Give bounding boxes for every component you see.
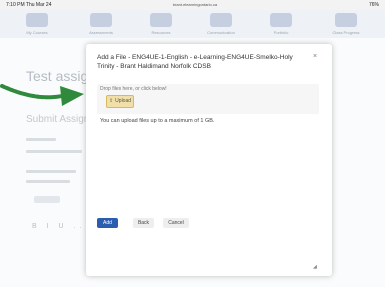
nav-tile[interactable]	[210, 13, 232, 27]
nav-tile[interactable]	[150, 13, 172, 27]
nav-label: Communication	[207, 30, 235, 35]
nav-tile[interactable]	[90, 13, 112, 27]
nav-label: Assessments	[89, 30, 113, 35]
battery-indicator: 76%	[368, 2, 379, 8]
upload-icon: ⇪	[108, 98, 114, 104]
dropzone-hint: Drop files here, or click below!	[100, 86, 167, 92]
resize-handle-icon[interactable]: ◢	[313, 264, 317, 270]
file-dropzone[interactable]: Drop files here, or click below! ⇪ Upload	[97, 84, 319, 114]
nav-label: Portfolio	[273, 30, 289, 35]
address-bar[interactable]: brant.elearningontario.ca	[166, 2, 224, 8]
nav-label: My Courses	[26, 30, 48, 35]
background-button[interactable]	[34, 196, 60, 203]
status-bar: 7:10 PM Thu Mar 24 brant.elearningontari…	[0, 0, 385, 10]
text-line	[26, 180, 70, 183]
nav-label: Class Progress	[332, 30, 360, 35]
back-button[interactable]: Back	[133, 218, 154, 228]
cancel-button[interactable]: Cancel	[163, 218, 189, 228]
nav-label: Resources	[151, 30, 171, 35]
close-icon[interactable]: ×	[311, 53, 319, 61]
dialog-title: Add a File - ENG4UE-1-English - e-Learni…	[97, 54, 293, 70]
text-line	[26, 138, 56, 141]
text-line	[26, 170, 76, 173]
upload-label: Upload	[115, 98, 132, 104]
upload-limit-text: You can upload files up to a maximum of …	[100, 118, 215, 124]
add-file-dialog: Add a File - ENG4UE-1-English - e-Learni…	[86, 44, 332, 276]
editor-toolbar[interactable]: B I U ...	[32, 223, 91, 230]
add-button[interactable]: Add	[97, 218, 118, 228]
nav-tile[interactable]	[335, 13, 357, 27]
top-navigation: My Courses Assessments Resources Communi…	[0, 10, 385, 38]
status-time: 7:10 PM Thu Mar 24	[6, 2, 52, 8]
upload-button[interactable]: ⇪ Upload	[106, 95, 134, 108]
nav-tile[interactable]	[270, 13, 292, 27]
text-line	[26, 150, 82, 153]
green-arrow-icon	[0, 84, 84, 106]
nav-tile[interactable]	[26, 13, 48, 27]
